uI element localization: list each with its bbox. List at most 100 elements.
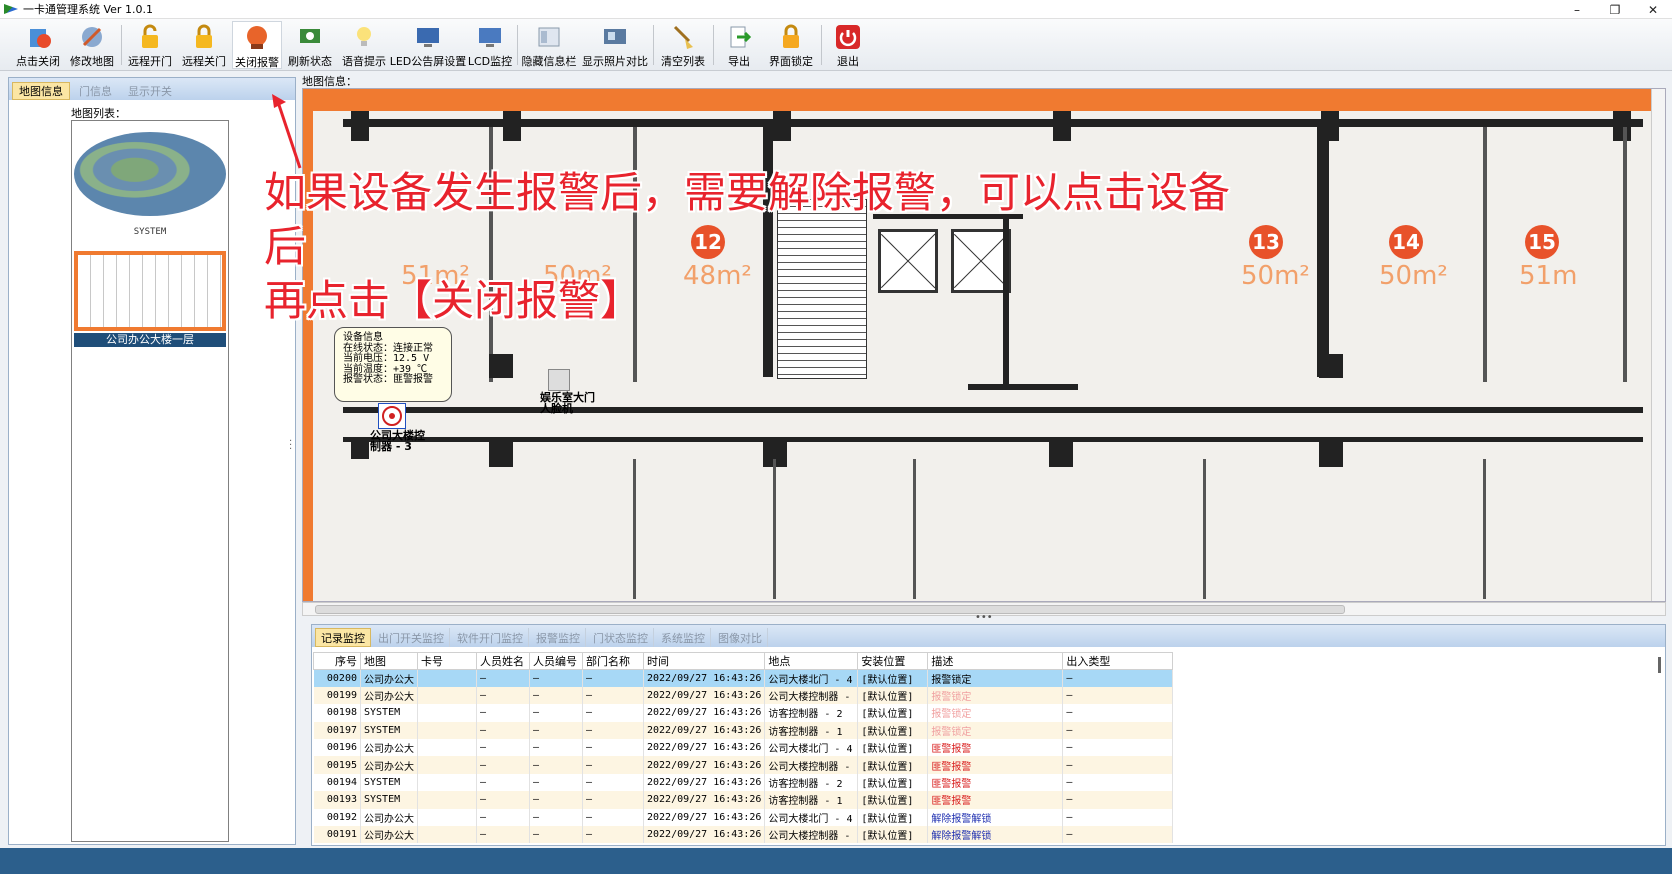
maximize-button[interactable]: ❐ [1596,0,1634,19]
cell-no: 00191 [313,826,361,844]
clear-list-button[interactable]: 清空列表 [656,21,710,69]
cell-card [417,773,477,792]
cell-loc: [默认位置] [857,756,929,774]
exit-button[interactable]: 退出 [826,21,870,69]
table-row[interactable]: 00196 公司办公大 – – –2022/09/27 16:43:26 公司大楼北门 -… [313,739,1174,757]
edit-map-button[interactable]: 修改地图 [66,21,118,69]
col-io-type[interactable]: 出入类型 [1062,652,1174,670]
table-row[interactable]: 00199 公司办公大 – – –2022/09/27 16:43:26 公司大楼控制器 … [313,686,1174,705]
refresh-status-button[interactable]: 刷新状态 [284,21,336,69]
cell-map: 公司办公大 [360,739,418,757]
col-dept[interactable]: 部门名称 [582,652,644,670]
table-row[interactable]: 00194 SYSTEM – – –2022/09/27 16:43:26 访客控制器 -… [313,773,1174,792]
cell-dept: – [582,808,644,827]
tab-door-info[interactable]: 门信息 [72,82,119,100]
cell-map: 公司办公大 [360,808,418,827]
padlock-icon [776,23,806,51]
tab-software-open-monitor[interactable]: 软件开门监控 [452,628,529,647]
remote-close-button[interactable]: 远程关门 [178,21,230,69]
cell-loc: [默认位置] [857,826,929,844]
table-row[interactable]: 00193 SYSTEM – – –2022/09/27 16:43:26 访客控制器 -… [313,791,1174,809]
vertical-splitter[interactable]: · · · [289,437,293,455]
map-list-label: 地图列表： [71,107,126,120]
minimize-button[interactable]: – [1558,0,1596,19]
cell-no: 00192 [313,808,361,827]
tab-record-monitor[interactable]: 记录监控 [315,628,371,647]
cell-card [417,808,477,827]
cell-map: 公司办公大 [360,826,418,844]
col-no[interactable]: 序号 [313,652,361,670]
cell-io: – [1062,704,1174,722]
cell-time: 2022/09/27 16:43:26 [643,686,766,705]
horizontal-splitter[interactable]: ••• [975,612,993,623]
cell-name: – [476,791,530,809]
cell-no: 00193 [313,791,361,809]
table-row[interactable]: 00200 公司办公大 – – –2022/09/27 16:43:26 公司大楼北门 -… [313,669,1174,687]
table-row[interactable]: 00197 SYSTEM – – –2022/09/27 16:43:26 访客控制器 -… [313,721,1174,740]
table-row[interactable]: 00198 SYSTEM – – –2022/09/27 16:43:26 访客控制器 -… [313,704,1174,722]
close-button[interactable]: ✕ [1634,0,1672,19]
col-card[interactable]: 卡号 [417,652,477,670]
tab-map-info[interactable]: 地图信息 [12,82,70,100]
hide-info-bar-button[interactable]: 隐藏信息栏 [520,21,578,69]
cell-pid: – [529,739,583,757]
map-thumb-system[interactable] [74,124,226,224]
cell-place: 访客控制器 - 1 [764,721,859,740]
cell-map: SYSTEM [360,773,418,792]
cell-io: – [1062,739,1174,757]
cell-card [417,826,477,844]
left-panel: 地图信息 门信息 显示开关 地图列表： SYSTEM 公司办公大楼一层 [8,77,296,845]
records-scrollbar[interactable] [1658,657,1661,673]
remote-open-button[interactable]: 远程开门 [124,21,176,69]
tab-door-status-monitor[interactable]: 门状态监控 [588,628,654,647]
annotation-line-2: 再点击【关闭报警】 [264,276,643,325]
col-map[interactable]: 地图 [360,652,418,670]
cell-time: 2022/09/27 16:43:26 [643,773,766,792]
cell-pid: – [529,704,583,722]
led-board-settings-button[interactable]: LED公告屏设置 [390,21,466,69]
cell-io: – [1062,791,1174,809]
tab-system-monitor[interactable]: 系统监控 [656,628,711,647]
export-button[interactable]: 导出 [716,21,762,69]
tab-exit-switch-monitor[interactable]: 出门开关监控 [373,628,450,647]
face-terminal-label: 娱乐室大门人脸机 [540,391,595,415]
col-time[interactable]: 时间 [642,652,766,670]
cell-dept: – [582,669,644,687]
lock-interface-button[interactable]: 界面锁定 [764,21,818,69]
map-scroll-thumb[interactable] [315,605,1345,614]
table-row[interactable]: 00195 公司办公大 – – –2022/09/27 16:43:26 公司大楼控制器 … [313,756,1174,774]
voice-prompt-button[interactable]: 语音提示 [338,21,390,69]
lcd-monitor-button[interactable]: LCD监控 [466,21,514,69]
controller-device[interactable] [378,403,406,429]
cell-no: 00197 [313,721,361,740]
col-desc[interactable]: 描述 [927,652,1064,670]
records-table[interactable]: 序号 地图 卡号 人员姓名 人员编号 部门名称 时间 地点 安装位置 描述 出入… [313,652,1174,844]
col-person-id[interactable]: 人员编号 [529,652,583,670]
close-alarm-button[interactable]: 关闭报警 [232,21,282,69]
tab-image-compare[interactable]: 图像对比 [713,628,768,647]
show-photo-compare-button[interactable]: 显示照片对比 [580,21,650,69]
cell-card [417,686,477,705]
click-close-button[interactable]: 点击关闭 [12,21,64,69]
cell-desc: 匪警报警 [927,773,1064,792]
map-list[interactable]: SYSTEM 公司办公大楼一层 [71,120,229,842]
table-row[interactable]: 00192 公司办公大 – – –2022/09/27 16:43:26 公司大楼北门 -… [313,808,1174,827]
cell-pid: – [529,721,583,740]
window-title: 一卡通管理系统 Ver 1.0.1 [23,3,153,16]
tab-display-switch[interactable]: 显示开关 [121,82,179,100]
col-name[interactable]: 人员姓名 [476,652,530,670]
alarm-light-icon [242,24,272,52]
tab-alarm-monitor[interactable]: 报警监控 [531,628,586,647]
map-caption-floor1[interactable]: 公司办公大楼一层 [74,333,226,347]
cell-dept: – [582,704,644,722]
cell-io: – [1062,826,1174,844]
col-place[interactable]: 地点 [764,652,859,670]
face-terminal-device[interactable] [548,369,570,391]
table-row[interactable]: 00191 公司办公大 – – –2022/09/27 16:43:26 公司大楼控制器 … [313,826,1174,844]
map-vertical-scrollbar[interactable] [1651,89,1665,601]
map-thumb-floor1[interactable] [74,251,226,331]
col-install-loc[interactable]: 安装位置 [857,652,929,670]
cell-name: – [476,669,530,687]
floor-plan-image [78,255,222,327]
cell-time: 2022/09/27 16:43:26 [643,739,766,757]
